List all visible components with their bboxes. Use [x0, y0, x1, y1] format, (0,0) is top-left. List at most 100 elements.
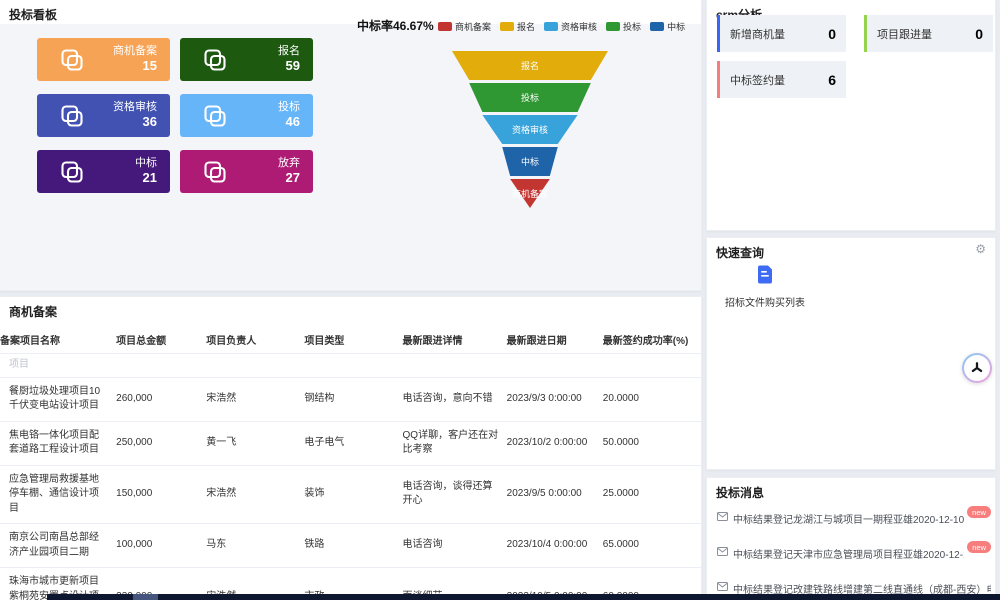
stat-card-text: 放弃 27 — [278, 157, 300, 187]
business-records-panel: 商机备案 备案项目名称项目总金额项目负责人项目类型最新跟进详情最新跟进日期最新签… — [0, 296, 702, 600]
stat-card-label: 中标 — [135, 157, 157, 171]
stat-card-text: 资格审核 36 — [113, 101, 157, 131]
funnel-segment-label: 中标 — [521, 156, 539, 167]
copy-icon — [202, 103, 228, 129]
column-header[interactable]: 项目类型 — [304, 326, 402, 354]
legend-label: 商机备案 — [455, 20, 491, 33]
cell-follow-up-detail: 电话咨询，谈得还算开心 — [403, 465, 507, 524]
message-item[interactable]: 中标结果登记天津市应急管理局项目程亚雄2020-12-10 new — [717, 540, 991, 575]
cell-project-name: 餐厨垃圾处理项目10千伏变电站设计项目 — [0, 377, 116, 421]
metric-label: 中标签约量 — [730, 72, 785, 88]
cell-amount: 150,000 — [116, 465, 206, 524]
legend-item[interactable]: 投标 — [606, 20, 641, 33]
quick-query-title: 快速查询 — [707, 238, 995, 267]
stat-card-text: 中标 21 — [135, 157, 157, 187]
stat-card[interactable]: 中标 21 — [37, 150, 170, 193]
cell-project-name: 南京公司南昌总部经济产业园项目二期 — [0, 524, 116, 568]
cell-owner: 宋浩然 — [206, 377, 304, 421]
cell-success-rate: 50.0000 — [603, 421, 701, 465]
stat-card[interactable]: 投标 46 — [180, 94, 313, 137]
stat-card[interactable]: 资格审核 36 — [37, 94, 170, 137]
quick-item-bid-doc-list[interactable]: 招标文件购买列表 — [719, 265, 811, 309]
legend-item[interactable]: 资格审核 — [544, 20, 597, 33]
legend-swatch-icon — [438, 22, 452, 31]
stat-card[interactable]: 报名 59 — [180, 38, 313, 81]
envelope-icon — [717, 547, 728, 556]
envelope-icon — [717, 582, 728, 591]
legend-item[interactable]: 报名 — [500, 20, 535, 33]
funnel-segment-label: 投标 — [521, 92, 539, 103]
horizontal-scrollbar-track[interactable] — [47, 594, 1000, 600]
funnel-legend: 商机备案 报名 资格审核 投标 — [438, 20, 685, 33]
legend-swatch-icon — [544, 22, 558, 31]
copy-icon — [202, 159, 228, 185]
metric-value: 6 — [828, 72, 836, 88]
crm-metric-card[interactable]: 中标签约量 6 — [717, 61, 846, 98]
stat-card-text: 报名 59 — [278, 45, 300, 75]
legend-item[interactable]: 商机备案 — [438, 20, 491, 33]
crm-metric-card[interactable]: 项目跟进量 0 — [864, 15, 993, 52]
stat-card-value: 15 — [113, 58, 157, 74]
cell-follow-up-date: 2023/10/2 0:00:00 — [507, 421, 603, 465]
column-header[interactable]: 项目负责人 — [206, 326, 304, 354]
legend-label: 投标 — [623, 20, 641, 33]
horizontal-scrollbar-thumb[interactable] — [133, 594, 158, 600]
stat-card[interactable]: 商机备案 15 — [37, 38, 170, 81]
cell-project-name: 焦电铬一体化项目配套道路工程设计项目 — [0, 421, 116, 465]
cell-owner: 宋浩然 — [206, 465, 304, 524]
legend-label: 资格审核 — [561, 20, 597, 33]
stat-card-text: 投标 46 — [278, 101, 300, 131]
cell-success-rate: 25.0000 — [603, 465, 701, 524]
bidding-messages-panel: 投标消息 中标结果登记龙湖江与城项目一期程亚雄2020-12-10 new — [706, 477, 996, 600]
dashboard-page: 投标看板 商机备案 15 — [0, 0, 1000, 600]
table-row[interactable]: 南京公司南昌总部经济产业园项目二期 100,000 马东 铁路 电话咨询 202… — [0, 524, 701, 568]
group-label: 项目 — [0, 354, 701, 378]
stat-card-label: 商机备案 — [113, 45, 157, 59]
column-header[interactable]: 备案项目名称 — [0, 326, 116, 354]
stat-card-value: 36 — [113, 114, 157, 130]
records-body: 餐厨垃圾处理项目10千伏变电站设计项目 260,000 宋浩然 钢结构 电话咨询… — [0, 377, 701, 600]
cell-owner: 马东 — [206, 524, 304, 568]
message-text: 中标结果登记龙湖江与城项目一期程亚雄2020-12-10 — [733, 511, 964, 526]
gear-icon[interactable]: ⚙ — [975, 243, 986, 255]
assistant-button[interactable] — [962, 353, 992, 383]
cell-type: 装饰 — [304, 465, 402, 524]
stat-card-label: 投标 — [278, 101, 300, 115]
funnel-segment-label: 商机备案 — [512, 188, 548, 199]
column-header[interactable]: 最新签约成功率(%) — [603, 326, 701, 354]
records-table: 备案项目名称项目总金额项目负责人项目类型最新跟进详情最新跟进日期最新签约成功率(… — [0, 326, 701, 600]
metric-label: 项目跟进量 — [877, 26, 932, 42]
stat-card-label: 放弃 — [278, 157, 300, 171]
column-header[interactable]: 最新跟进详情 — [403, 326, 507, 354]
crm-metrics: 新增商机量 0 项目跟进量 0 中标签约量 6 — [717, 15, 993, 98]
message-item[interactable]: 中标结果登记龙湖江与城项目一期程亚雄2020-12-10 new — [717, 505, 991, 540]
message-text: 中标结果登记天津市应急管理局项目程亚雄2020-12-10 — [733, 546, 964, 561]
stat-card[interactable]: 放弃 27 — [180, 150, 313, 193]
cell-success-rate: 20.0000 — [603, 377, 701, 421]
funnel-chart: 报名投标资格审核中标商机备案 — [437, 51, 623, 208]
stat-card-text: 商机备案 15 — [113, 45, 157, 75]
records-title: 商机备案 — [0, 297, 701, 326]
records-group-row: 项目 — [0, 354, 701, 378]
table-row[interactable]: 焦电铬一体化项目配套道路工程设计项目 250,000 黄一飞 电子电气 QQ详聊… — [0, 421, 701, 465]
stat-card-label: 资格审核 — [113, 101, 157, 115]
crm-metric-card[interactable]: 新增商机量 0 — [717, 15, 846, 52]
cell-follow-up-detail: 电话咨询，意向不错 — [403, 377, 507, 421]
cell-success-rate: 65.0000 — [603, 524, 701, 568]
funnel-segment-label: 报名 — [521, 60, 539, 71]
table-row[interactable]: 餐厨垃圾处理项目10千伏变电站设计项目 260,000 宋浩然 钢结构 电话咨询… — [0, 377, 701, 421]
column-header[interactable]: 最新跟进日期 — [507, 326, 603, 354]
metric-label: 新增商机量 — [730, 26, 785, 42]
table-row[interactable]: 应急管理局救援基地停车棚、通信设计项目 150,000 宋浩然 装饰 电话咨询，… — [0, 465, 701, 524]
legend-swatch-icon — [606, 22, 620, 31]
legend-label: 中标 — [667, 20, 685, 33]
copy-icon — [59, 103, 85, 129]
cell-follow-up-detail: QQ详聊，客户还在对比考察 — [403, 421, 507, 465]
legend-item[interactable]: 中标 — [650, 20, 685, 33]
message-list: 中标结果登记龙湖江与城项目一期程亚雄2020-12-10 new 中标结果登记天… — [717, 505, 991, 600]
messages-title: 投标消息 — [707, 478, 995, 507]
stat-card-value: 27 — [278, 170, 300, 186]
column-header[interactable]: 项目总金额 — [116, 326, 206, 354]
legend-swatch-icon — [500, 22, 514, 31]
cell-type: 电子电气 — [304, 421, 402, 465]
